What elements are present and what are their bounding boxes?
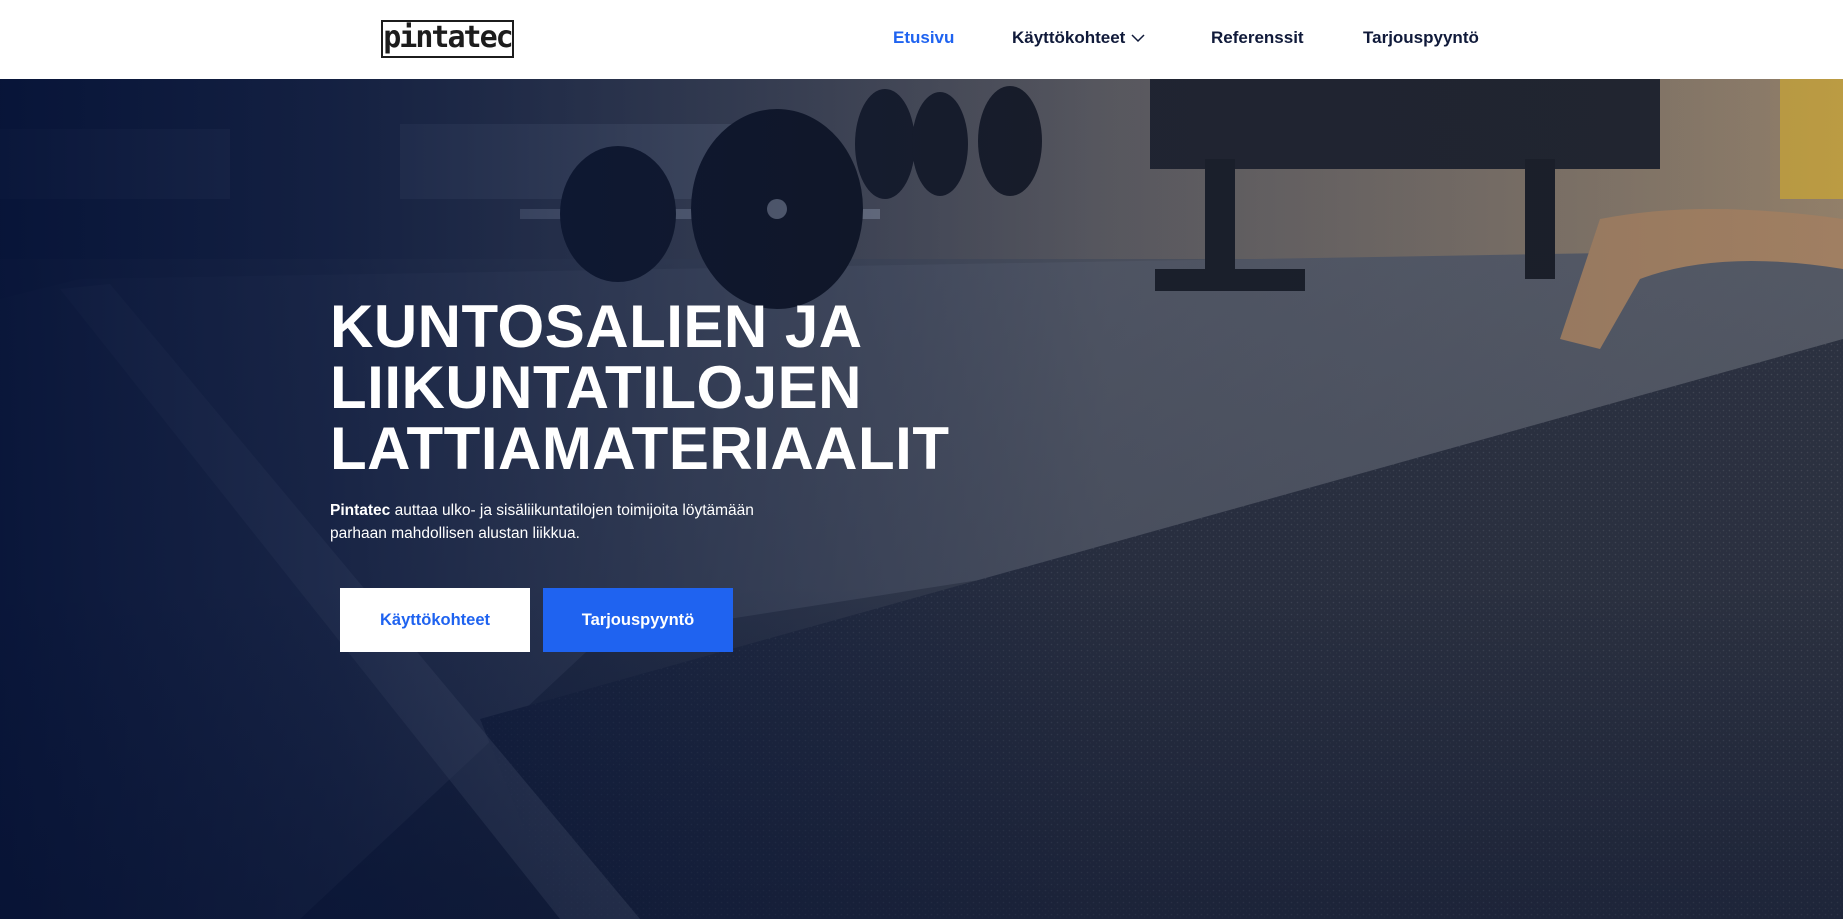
nav-item-referenssit[interactable]: Referenssit [1211,28,1304,48]
tarjouspyynto-button[interactable]: Tarjouspyyntö [543,588,733,652]
main-nav: Etusivu Käyttökohteet Referenssit Tarjou… [0,0,1843,79]
nav-item-etusivu[interactable]: Etusivu [893,28,954,48]
hero-buttons: Käyttökohteet Tarjouspyyntö [340,588,733,652]
site-header: pintatec Etusivu Käyttökohteet Referenss… [0,0,1843,79]
nav-item-kayttokohteet[interactable]: Käyttökohteet [1012,28,1145,48]
hero-title-line: LATTIAMATERIAALIT [330,415,950,482]
chevron-down-icon [1131,34,1145,43]
hero-description: Pintatec auttaa ulko- ja sisäliikuntatil… [330,499,790,545]
hero-title-line: LIIKUNTATILOJEN [330,354,862,421]
hero-title-line: KUNTOSALIEN JA [330,293,863,360]
kayttokohteet-button[interactable]: Käyttökohteet [340,588,530,652]
hero-description-text: auttaa ulko- ja sisäliikuntatilojen toim… [330,502,754,542]
nav-item-tarjouspyynto[interactable]: Tarjouspyyntö [1363,28,1479,48]
hero-title: KUNTOSALIEN JA LIIKUNTATILOJEN LATTIAMAT… [330,296,1050,479]
hero-description-brand: Pintatec [330,502,391,519]
nav-item-label: Käyttökohteet [1012,28,1126,47]
hero-content: KUNTOSALIEN JA LIIKUNTATILOJEN LATTIAMAT… [330,296,1050,545]
